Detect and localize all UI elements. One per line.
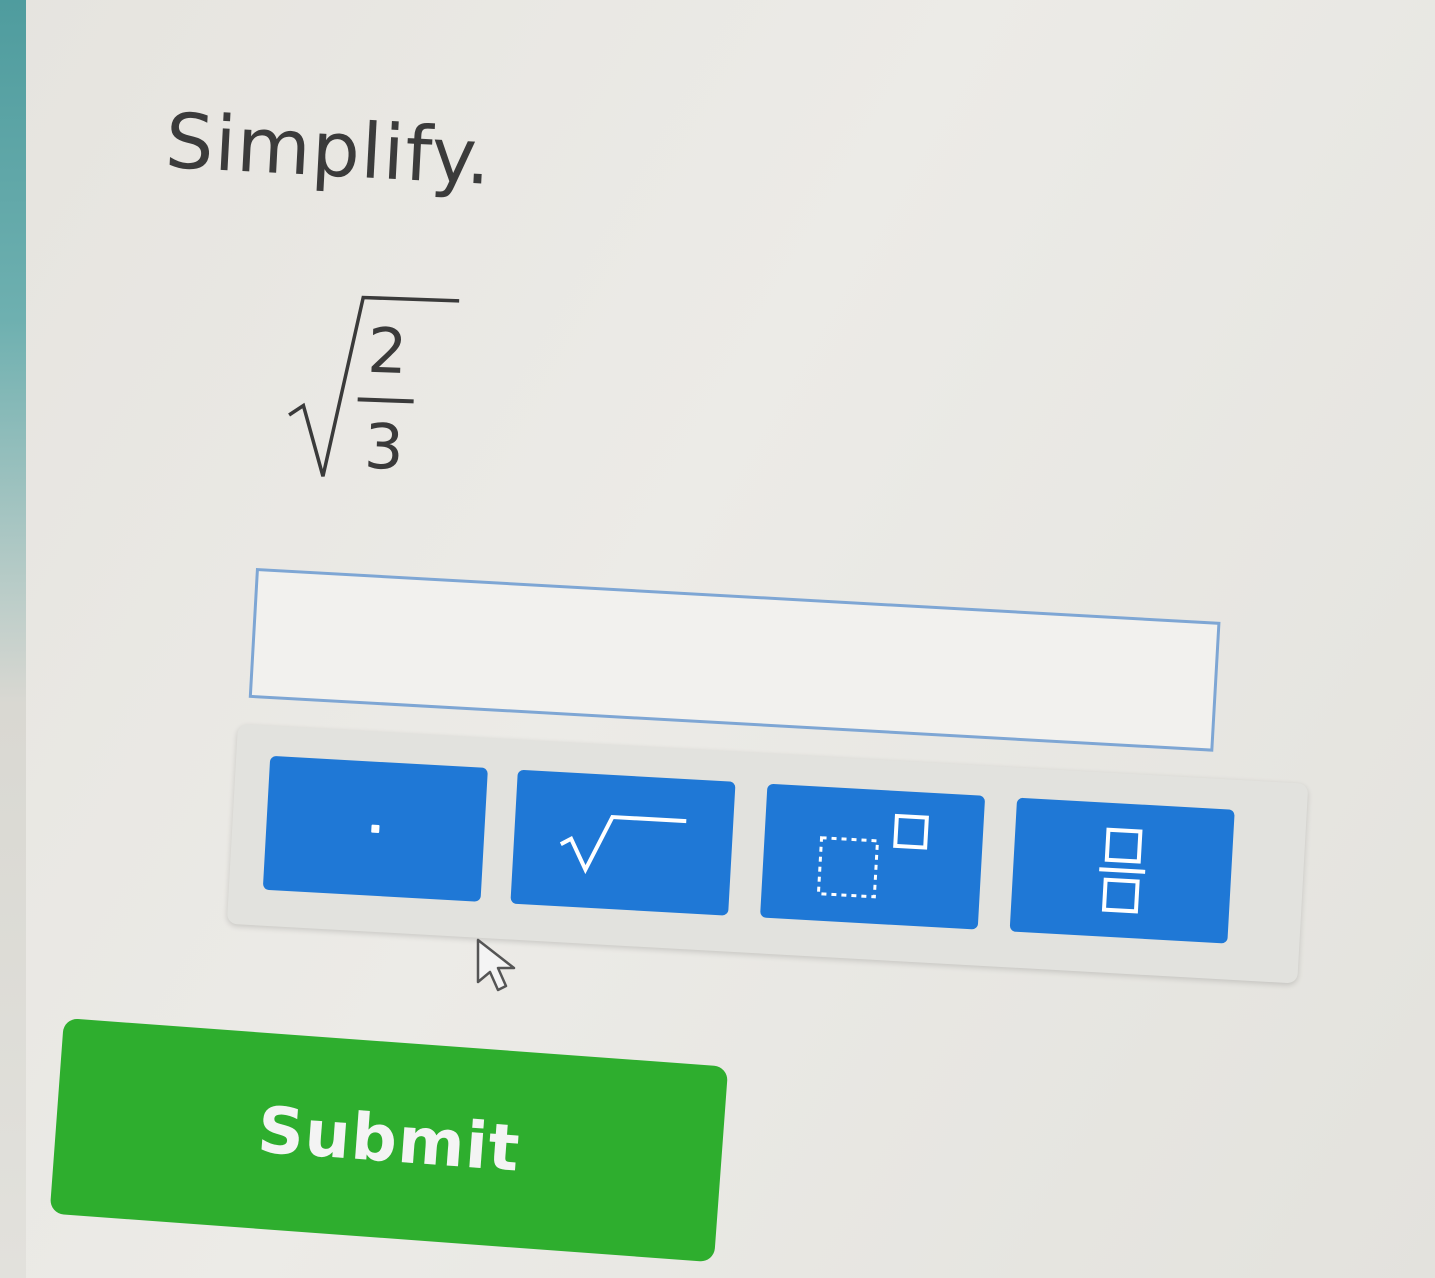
fraction-numerator: 2 (366, 313, 409, 389)
window-left-edge (0, 0, 26, 1278)
square-root-expression: 2 3 (277, 287, 474, 494)
decimal-point-key[interactable] (262, 755, 488, 902)
mouse-pointer-icon (476, 938, 516, 992)
fraction-icon (1099, 827, 1146, 914)
fraction-key[interactable] (1009, 797, 1235, 944)
fraction-denominator: 3 (363, 409, 406, 485)
exponent-icon (816, 813, 929, 899)
submit-button[interactable]: Submit (49, 1018, 729, 1263)
question-prompt: Simplify. (163, 96, 495, 202)
answer-input[interactable] (248, 568, 1221, 752)
math-keypad (226, 724, 1309, 984)
square-root-icon (559, 814, 687, 875)
dot-icon (371, 824, 380, 834)
exponent-key[interactable] (760, 783, 986, 930)
square-root-key[interactable] (510, 769, 736, 916)
